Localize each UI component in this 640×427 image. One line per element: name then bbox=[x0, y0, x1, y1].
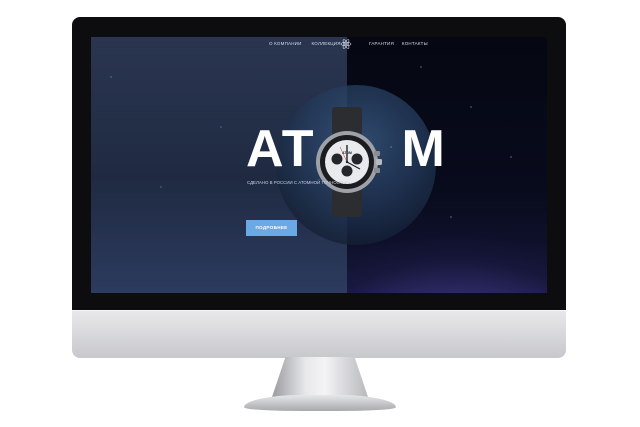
nav-link-contacts[interactable]: КОНТАКТЫ bbox=[402, 41, 428, 46]
hero-title-right: M bbox=[401, 120, 447, 178]
atom-logo-icon[interactable] bbox=[340, 38, 352, 50]
nav-link-about[interactable]: О КОМПАНИИ bbox=[269, 41, 302, 46]
nav-left-group: О КОМПАНИИ КОЛЛЕКЦИЯ bbox=[269, 41, 341, 46]
monitor-stand bbox=[272, 357, 368, 397]
hero-title-left: AT bbox=[246, 120, 316, 178]
monitor-base bbox=[244, 395, 396, 411]
watch-image: ATOM bbox=[316, 107, 382, 217]
watch-dial-brand: ATOM bbox=[342, 151, 352, 155]
more-details-button[interactable]: ПОДРОБНЕЕ bbox=[246, 220, 297, 236]
monitor-chin bbox=[72, 310, 566, 358]
website-screen: О КОМПАНИИ КОЛЛЕКЦИЯ ГАРАНТИЯ КОНТАКТЫ A… bbox=[91, 37, 547, 293]
nav-right-group: ГАРАНТИЯ КОНТАКТЫ bbox=[369, 41, 428, 46]
nav-link-warranty[interactable]: ГАРАНТИЯ bbox=[369, 41, 394, 46]
hero-tagline: СДЕЛАНО В РОССИИ С АТОМНОЙ ТОЧНОСТЬЮ. bbox=[247, 180, 351, 185]
nav-link-collection[interactable]: КОЛЛЕКЦИЯ bbox=[312, 41, 341, 46]
imac-mockup: О КОМПАНИИ КОЛЛЕКЦИЯ ГАРАНТИЯ КОНТАКТЫ A… bbox=[0, 0, 640, 427]
